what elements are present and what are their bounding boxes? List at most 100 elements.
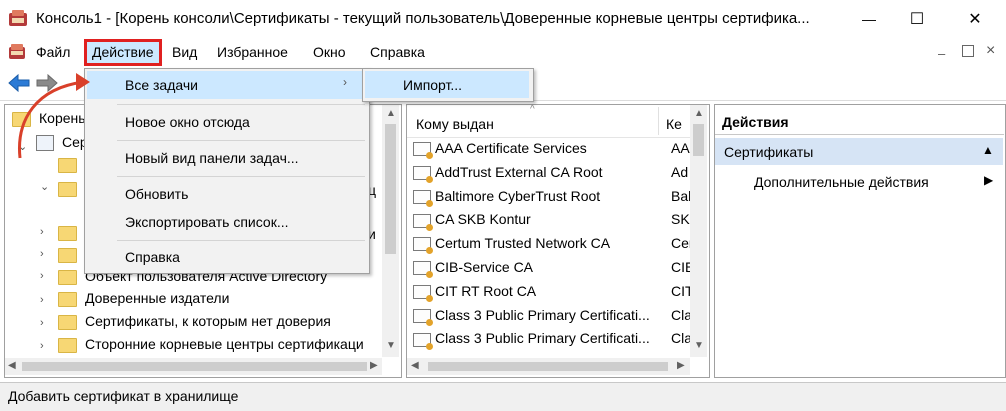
cell-issued-to: CA SKB Kontur	[435, 211, 531, 228]
submenu-item-import[interactable]: Импорт...	[403, 77, 462, 93]
cell-issued-by: Bal	[671, 187, 692, 204]
all-tasks-submenu: Импорт...	[362, 68, 534, 102]
menu-separator	[117, 240, 365, 241]
cell-issued-to: Class 3 Public Primary Certificati...	[435, 306, 650, 323]
ctx-item-new-window[interactable]: Новое окно отсюда	[125, 114, 250, 130]
tree-hscroll-thumb[interactable]	[22, 362, 367, 371]
tree-folder-3[interactable]	[58, 224, 85, 241]
annotation-arrow	[18, 73, 90, 159]
menu-separator	[117, 140, 365, 141]
ctx-item-all-tasks[interactable]: Все задачи	[125, 77, 198, 93]
inner-close-button[interactable]: ×	[986, 42, 995, 60]
folder-icon	[58, 337, 77, 353]
menu-action[interactable]: Действие	[92, 44, 154, 60]
ctx-item-help[interactable]: Справка	[125, 249, 180, 265]
table-row[interactable]: AAA Certificate Services AA	[413, 140, 690, 160]
minimize-button[interactable]: —	[846, 0, 892, 38]
chevron-down-icon[interactable]: ⌄	[40, 180, 49, 193]
chevron-right-icon[interactable]: ›	[40, 226, 44, 238]
close-button[interactable]: ✕	[952, 0, 998, 38]
sort-chevron-icon: ^	[530, 104, 535, 115]
collapse-up-icon[interactable]: ▲	[982, 143, 994, 157]
folder-icon	[58, 291, 77, 307]
ctx-item-export-list[interactable]: Экспортировать список...	[125, 214, 289, 230]
action-context-menu: Все задачи › Новое окно отсюда Новый вид…	[84, 68, 370, 274]
certificate-icon	[413, 308, 433, 326]
inner-minimize-button[interactable]: –	[938, 46, 945, 61]
status-text: Добавить сертификат в хранилище	[8, 388, 239, 404]
submenu-arrow-icon: ›	[343, 75, 347, 89]
chevron-right-icon[interactable]: ›	[40, 270, 44, 282]
close-icon: ✕	[968, 11, 982, 28]
cell-issued-to: AddTrust External CA Root	[435, 163, 603, 180]
certificate-icon	[413, 237, 433, 255]
inner-restore-icon[interactable]	[962, 45, 974, 57]
tree-item-third-party[interactable]: Сторонние корневые центры сертификаци	[58, 336, 364, 353]
actions-header-divider	[715, 134, 1004, 135]
certificate-icon	[413, 189, 433, 207]
menu-file[interactable]: Файл	[36, 44, 70, 60]
menu-separator	[117, 104, 365, 105]
table-row[interactable]: AddTrust External CA Root Ad	[413, 163, 688, 184]
cell-issued-to: Baltimore CyberTrust Root	[435, 187, 601, 204]
chevron-up-icon[interactable]: ▲	[694, 108, 704, 119]
menu-favorites[interactable]: Избранное	[217, 44, 288, 60]
table-row[interactable]: Class 3 Public Primary Certificati... Cla	[413, 306, 692, 326]
certificate-icon	[413, 142, 433, 160]
cell-issued-to: CIT RT Root CA	[435, 282, 537, 299]
cert-list: AAA Certificate Services AA AddTrust Exter…	[407, 138, 694, 356]
menu-view[interactable]: Вид	[172, 44, 197, 60]
chevron-up-icon[interactable]: ▲	[386, 108, 396, 119]
chevron-right-icon[interactable]: ›	[40, 340, 44, 352]
list-vscroll-thumb[interactable]	[693, 124, 704, 156]
chevron-down-icon[interactable]: ▼	[694, 340, 704, 351]
chevron-down-icon[interactable]: ▼	[386, 340, 396, 351]
chevron-right-icon[interactable]: ›	[40, 317, 44, 329]
chevron-right-icon[interactable]: ▶	[370, 360, 378, 371]
tree-vscroll-thumb[interactable]	[385, 124, 396, 254]
folder-icon	[58, 269, 77, 285]
certificate-icon	[413, 166, 433, 184]
chevron-left-icon[interactable]: ◀	[8, 360, 16, 371]
tree-folder-2[interactable]	[58, 180, 85, 197]
submenu-arrow-icon: ▶	[984, 173, 994, 187]
list-hscroll-thumb[interactable]	[428, 362, 668, 371]
certificate-icon	[413, 261, 433, 279]
menu-help[interactable]: Справка	[370, 44, 425, 60]
folder-icon	[58, 314, 77, 330]
column-divider[interactable]	[658, 107, 659, 135]
folder-icon	[58, 247, 77, 263]
tree-folder-4[interactable]	[58, 246, 85, 263]
ctx-item-refresh[interactable]: Обновить	[125, 186, 188, 202]
table-row[interactable]: CIT RT Root CA CIT	[413, 282, 694, 303]
maximize-button[interactable]: ☐	[894, 0, 940, 38]
tree-item-untrusted[interactable]: Сертификаты, к которым нет доверия	[58, 313, 331, 330]
table-row[interactable]: CA SKB Kontur SKI	[413, 211, 694, 231]
ctx-item-new-taskpad[interactable]: Новый вид панели задач...	[125, 150, 299, 166]
maximize-icon: ☐	[909, 11, 925, 28]
column-header-issued-by[interactable]: Ке	[666, 116, 682, 132]
actions-more-item[interactable]: Дополнительные действия	[754, 174, 929, 190]
chevron-right-icon[interactable]: ▶	[677, 360, 685, 371]
table-row[interactable]: CIB-Service CA CIE	[413, 259, 694, 279]
cell-issued-to: Certum Trusted Network CA	[435, 235, 611, 252]
certificate-icon	[413, 213, 433, 231]
actions-section-label: Сертификаты	[724, 144, 814, 160]
certificate-icon	[413, 285, 433, 303]
certificate-icon	[413, 332, 433, 350]
chevron-left-icon[interactable]: ◀	[411, 360, 419, 371]
menu-window[interactable]: Окно	[313, 44, 346, 60]
column-header-issued-to[interactable]: Кому выдан	[416, 116, 494, 132]
app-icon	[8, 10, 28, 28]
cell-issued-by: AA	[671, 140, 690, 156]
window-title: Консоль1 - [Корень консоли\Сертификаты -…	[36, 10, 810, 27]
chevron-right-icon[interactable]: ›	[40, 294, 44, 306]
folder-icon	[58, 225, 77, 241]
table-row[interactable]: Baltimore CyberTrust Root Bal	[413, 187, 691, 207]
tree-item-trusted-publishers[interactable]: Доверенные издатели	[58, 290, 229, 307]
chevron-right-icon[interactable]: ›	[40, 248, 44, 260]
table-row[interactable]: Class 3 Public Primary Certificati... Cla	[413, 330, 692, 350]
cell-issued-to: Class 3 Public Primary Certificati...	[435, 330, 650, 347]
table-row[interactable]: Certum Trusted Network CA Cer	[413, 235, 694, 255]
cell-issued-by: Ad	[671, 163, 689, 180]
